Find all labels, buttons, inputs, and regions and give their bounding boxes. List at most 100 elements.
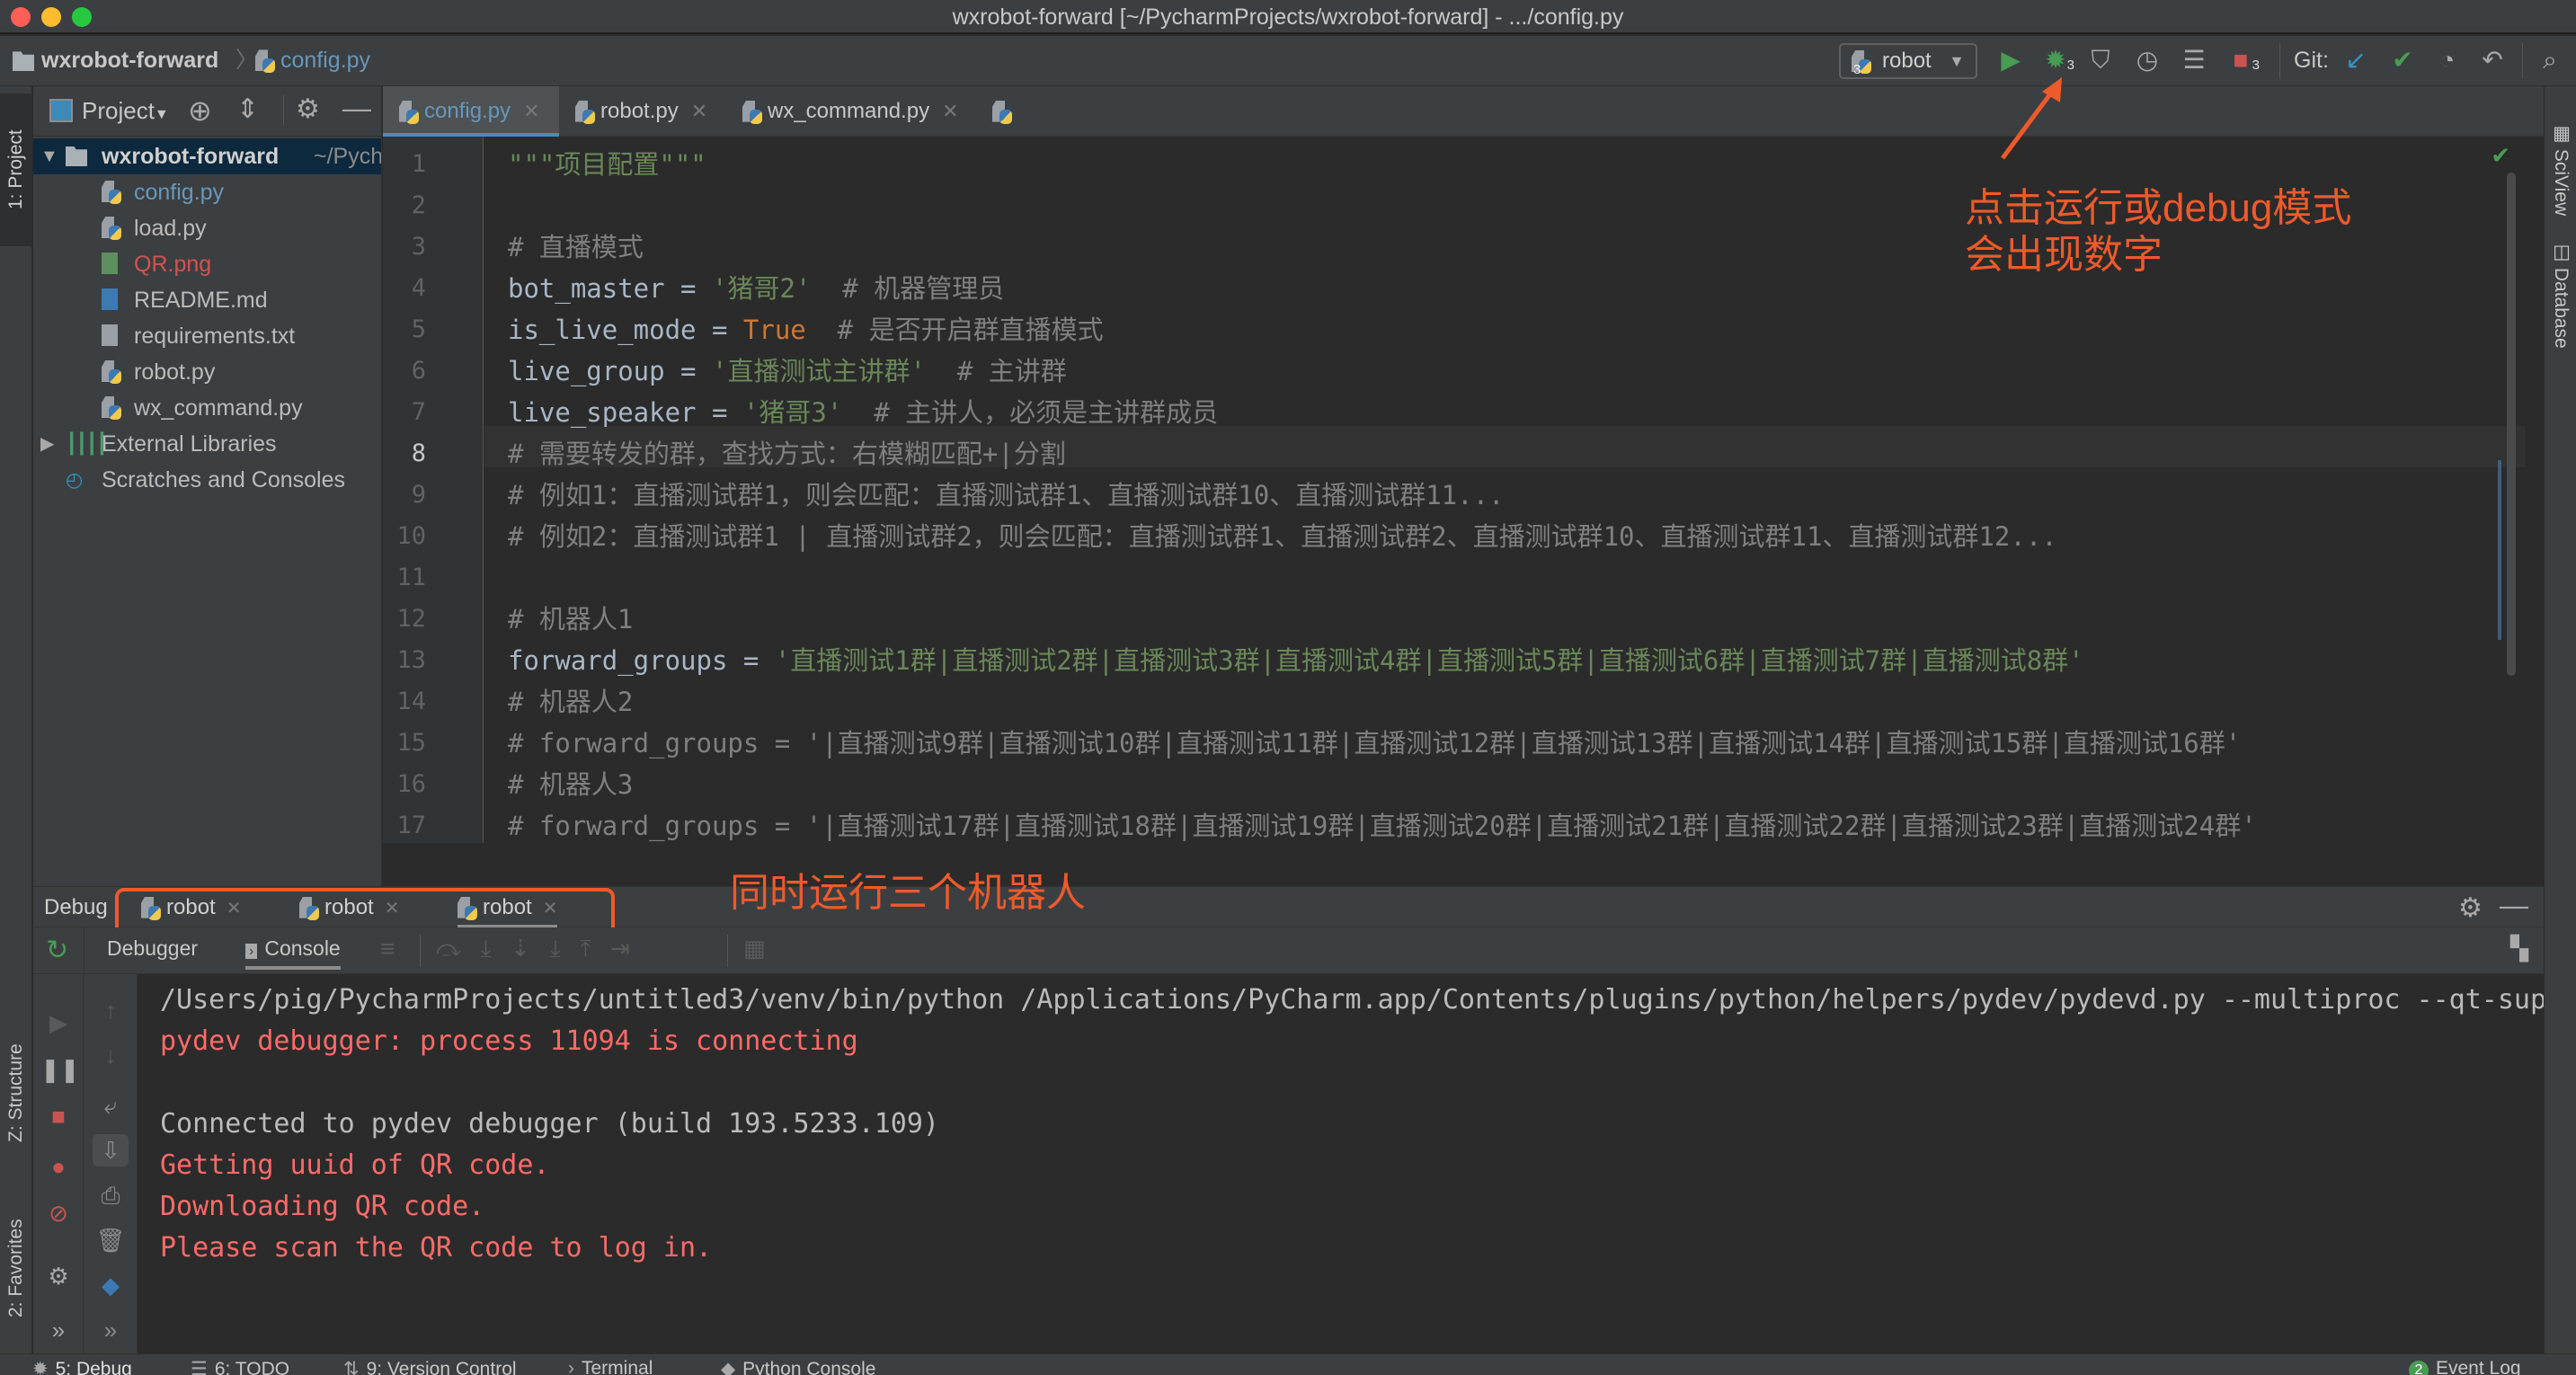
- restore-layout-icon[interactable]: ▚: [2510, 935, 2528, 962]
- hide-panel-icon[interactable]: —: [342, 92, 371, 125]
- vcs-icon: ⇅: [343, 1359, 360, 1375]
- clear-all-icon[interactable]: 🗑: [93, 1224, 129, 1256]
- down-arrow-icon[interactable]: ↓: [93, 1039, 129, 1071]
- tree-file-item[interactable]: QR.png: [33, 246, 381, 282]
- gear-icon[interactable]: ⚙: [2458, 892, 2483, 924]
- python-console-icon[interactable]: ◆: [93, 1269, 129, 1301]
- tree-root-project[interactable]: ▼ wxrobot-forward ~/PycharmProjects/wxro…: [33, 138, 381, 174]
- console-actions-bar: ↑ ↓ ⤶ ⇩ ⎙ 🗑 ◆ »: [84, 974, 138, 1353]
- scroll-to-end-icon[interactable]: ⇩: [93, 1134, 129, 1167]
- minimize-window-button[interactable]: [41, 7, 61, 27]
- vertical-scrollbar[interactable]: [2507, 173, 2516, 676]
- breadcrumb-file[interactable]: config.py: [255, 47, 370, 74]
- editor-tab[interactable]: config.py ✕: [383, 86, 559, 137]
- debug-button[interactable]: ✹ 3: [2040, 45, 2074, 75]
- editor-tab[interactable]: load.py✕: [976, 86, 1107, 173]
- tree-file-item[interactable]: wx_command.py: [33, 390, 381, 426]
- close-tab-icon[interactable]: ✕: [691, 100, 707, 122]
- toolbar-divider: [2279, 43, 2280, 79]
- tree-file-item[interactable]: requirements.txt: [33, 318, 381, 354]
- gear-icon[interactable]: ⚙: [296, 93, 320, 125]
- close-tab-icon[interactable]: ✕: [523, 100, 539, 122]
- mute-breakpoints-icon[interactable]: ⊘: [40, 1197, 76, 1229]
- event-log-button[interactable]: 2 Event Log: [2409, 1358, 2521, 1375]
- tool-window-button[interactable]: ✹ 5: Debug: [32, 1358, 132, 1375]
- run-with-coverage-button[interactable]: ⛉: [2085, 45, 2116, 75]
- rerun-icon[interactable]: ↻: [46, 935, 68, 966]
- tool-tab-favorites-label: 2: Favorites: [5, 1219, 26, 1317]
- tool-window-button[interactable]: ☰ 6: TODO: [191, 1358, 289, 1375]
- tool-window-button[interactable]: ⇅ 9: Version Control: [343, 1358, 517, 1375]
- print-icon[interactable]: ⎙: [93, 1179, 129, 1211]
- run-button[interactable]: ▶: [1995, 45, 2026, 75]
- profile-button[interactable]: ◷: [2132, 45, 2163, 75]
- pause-icon[interactable]: ❚❚: [40, 1053, 80, 1086]
- tool-tab-favorites[interactable]: 2: Favorites: [0, 1192, 32, 1344]
- code-line: live_group = '直播测试主讲群' # 主讲群: [508, 350, 1067, 392]
- tool-tab-database[interactable]: ◫ Database: [2545, 241, 2576, 376]
- tab-debugger-label: Debugger: [107, 936, 199, 960]
- left-tool-window-strip: 1: Project Z: Structure 2: Favorites: [0, 86, 32, 1353]
- search-everywhere-button[interactable]: ⌕: [2535, 45, 2565, 75]
- stop-icon[interactable]: ■: [40, 1100, 76, 1132]
- hide-panel-icon[interactable]: —: [2500, 889, 2528, 922]
- console-line: Please scan the QR code to log in.: [160, 1232, 713, 1264]
- more-icon[interactable]: »: [93, 1314, 129, 1346]
- close-tab-icon[interactable]: ✕: [942, 100, 958, 122]
- annotation-arrow: [2000, 77, 2062, 160]
- tool-tab-project[interactable]: 1: Project: [0, 93, 32, 246]
- tab-debugger[interactable]: Debugger: [107, 936, 198, 961]
- line-number: 11: [396, 563, 426, 591]
- maximize-window-button[interactable]: [72, 7, 92, 27]
- tree-file-label: QR.png: [134, 252, 212, 277]
- view-breakpoints-icon[interactable]: ●: [40, 1150, 76, 1183]
- window-title-bar: wxrobot-forward [~/PycharmProjects/wxrob…: [0, 0, 2576, 34]
- editor-tab[interactable]: robot.py ✕: [559, 86, 726, 137]
- tool-tab-structure[interactable]: Z: Structure: [0, 1012, 32, 1174]
- close-window-button[interactable]: [11, 7, 31, 27]
- console-line: Getting uuid of QR code.: [160, 1149, 550, 1181]
- breadcrumb-project[interactable]: wxrobot-forward: [13, 47, 218, 74]
- tree-external-libraries[interactable]: ▶ ┃┃┃┃ External Libraries: [33, 426, 381, 462]
- locate-file-icon[interactable]: ⊕: [188, 93, 212, 128]
- tool-tab-sciview[interactable]: ▦ SciView: [2545, 122, 2576, 221]
- up-arrow-icon[interactable]: ↑: [93, 994, 129, 1026]
- run-configuration-dropdown[interactable]: 3 robot ▼: [1839, 43, 1977, 79]
- tree-file-item[interactable]: config.py: [33, 174, 381, 210]
- project-view-selector[interactable]: Project▼: [82, 97, 169, 125]
- collapse-all-icon[interactable]: ⇕: [236, 93, 259, 125]
- git-update-button[interactable]: ↙: [2341, 45, 2371, 75]
- code-line: # 机器人2: [508, 681, 633, 723]
- resume-icon[interactable]: ▶: [40, 1007, 76, 1039]
- tree-scratches-consoles[interactable]: ◴ Scratches and Consoles: [33, 462, 381, 498]
- code-token: live_speaker =: [508, 397, 743, 428]
- console-icon: ›: [245, 944, 258, 959]
- coverage-shield-icon: ⛉: [2091, 46, 2110, 74]
- console-line: pydev debugger: process 11094 is connect…: [160, 1025, 858, 1057]
- tab-console[interactable]: › Console: [245, 936, 341, 970]
- git-rollback-button[interactable]: ↶: [2477, 45, 2508, 75]
- settings-icon[interactable]: ⚙: [40, 1260, 76, 1292]
- checkmark-icon: ✔: [2392, 46, 2413, 74]
- more-icon[interactable]: »: [40, 1314, 76, 1346]
- code-token: # forward_groups = '|直播测试17群|直播测试18群|直播测…: [508, 811, 2257, 841]
- git-history-button[interactable]: ◔: [2432, 45, 2463, 75]
- tree-file-item[interactable]: load.py: [33, 210, 381, 246]
- toolbar-divider: [2522, 43, 2523, 79]
- editor-tab[interactable]: wx_command.py ✕: [726, 86, 976, 137]
- stop-button[interactable]: ■ 3: [2225, 45, 2260, 75]
- tree-file-item[interactable]: robot.py: [33, 354, 381, 390]
- code-token: True: [742, 315, 806, 345]
- concurrency-diagram-button[interactable]: ☰: [2179, 45, 2209, 75]
- text-file-icon: [102, 324, 118, 346]
- debug-console-output[interactable]: /Users/pig/PycharmProjects/untitled3/ven…: [138, 974, 2544, 1353]
- tool-window-button[interactable]: › Terminal: [568, 1358, 653, 1375]
- layout-icon[interactable]: ≡: [380, 935, 395, 963]
- line-number: 10: [396, 522, 426, 550]
- soft-wrap-icon[interactable]: ⤶: [93, 1089, 129, 1122]
- tree-file-item[interactable]: README.md: [33, 282, 381, 318]
- tool-window-button[interactable]: ◆ Python Console: [721, 1358, 875, 1375]
- git-commit-button[interactable]: ✔: [2387, 45, 2418, 75]
- evaluate-expression-icon[interactable]: ▦: [743, 935, 766, 962]
- tool-tab-database-label: Database: [2551, 267, 2572, 349]
